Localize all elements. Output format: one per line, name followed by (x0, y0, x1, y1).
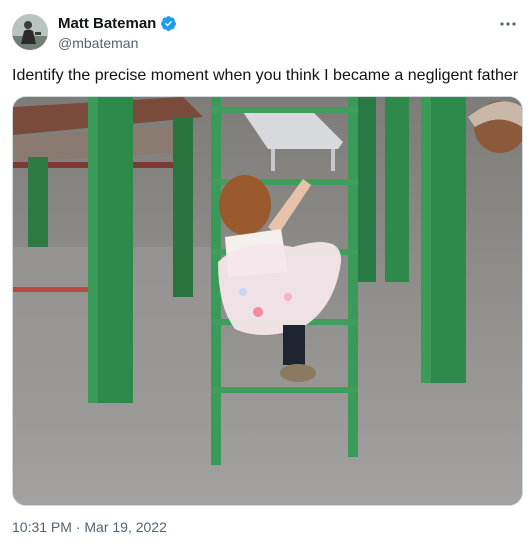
tweet-card: Matt Bateman @mbateman Identify the prec… (0, 0, 530, 546)
more-options-icon[interactable] (496, 12, 520, 36)
tweet-text: Identify the precise moment when you thi… (12, 67, 519, 84)
author-handle[interactable]: @mbateman (58, 35, 138, 51)
playground-photo-icon (13, 97, 522, 505)
tweet-timestamp[interactable]: 10:31 PM · Mar 19, 2022 (12, 519, 167, 535)
author-display-name[interactable]: Matt Bateman (58, 15, 156, 32)
tweet-media-photo[interactable] (12, 96, 523, 506)
avatar-photo-icon (12, 14, 48, 50)
verified-badge-icon (160, 15, 177, 32)
author-name-row[interactable]: Matt Bateman (58, 15, 177, 32)
avatar[interactable] (12, 14, 48, 50)
